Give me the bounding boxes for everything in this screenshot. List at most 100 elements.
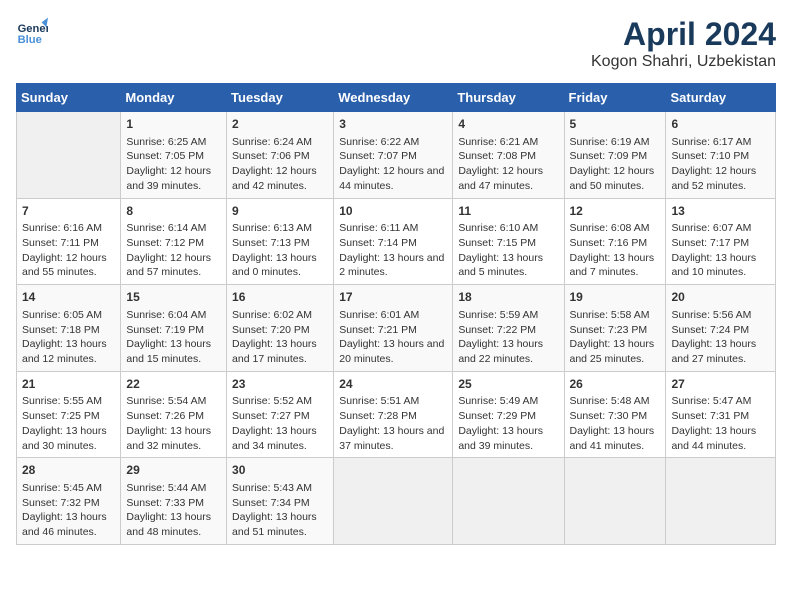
- daylight-text: Daylight: 12 hours and 52 minutes.: [671, 165, 756, 192]
- sunrise-text: Sunrise: 6:11 AM: [339, 222, 418, 234]
- daylight-text: Daylight: 12 hours and 55 minutes.: [22, 252, 107, 279]
- day-number: 29: [126, 462, 221, 479]
- day-number: 14: [22, 289, 115, 306]
- sunrise-text: Sunrise: 5:55 AM: [22, 395, 102, 407]
- calendar-cell: 2Sunrise: 6:24 AMSunset: 7:06 PMDaylight…: [227, 112, 334, 199]
- day-number: 25: [458, 376, 558, 393]
- sunset-text: Sunset: 7:23 PM: [570, 324, 648, 336]
- sunset-text: Sunset: 7:33 PM: [126, 497, 204, 509]
- sunrise-text: Sunrise: 5:49 AM: [458, 395, 538, 407]
- calendar-cell: [17, 112, 121, 199]
- sunset-text: Sunset: 7:26 PM: [126, 410, 204, 422]
- sunrise-text: Sunrise: 6:07 AM: [671, 222, 751, 234]
- day-number: 26: [570, 376, 661, 393]
- calendar-cell: 28Sunrise: 5:45 AMSunset: 7:32 PMDayligh…: [17, 458, 121, 545]
- daylight-text: Daylight: 13 hours and 48 minutes.: [126, 511, 211, 538]
- weekday-header-wednesday: Wednesday: [334, 84, 453, 112]
- calendar-cell: 8Sunrise: 6:14 AMSunset: 7:12 PMDaylight…: [121, 198, 227, 285]
- daylight-text: Daylight: 13 hours and 12 minutes.: [22, 338, 107, 365]
- sunset-text: Sunset: 7:11 PM: [22, 237, 99, 249]
- day-number: 11: [458, 203, 558, 220]
- daylight-text: Daylight: 12 hours and 42 minutes.: [232, 165, 317, 192]
- day-number: 21: [22, 376, 115, 393]
- day-number: 20: [671, 289, 770, 306]
- day-number: 12: [570, 203, 661, 220]
- day-number: 8: [126, 203, 221, 220]
- sunset-text: Sunset: 7:10 PM: [671, 150, 749, 162]
- sunset-text: Sunset: 7:13 PM: [232, 237, 310, 249]
- daylight-text: Daylight: 13 hours and 10 minutes.: [671, 252, 756, 279]
- sunrise-text: Sunrise: 5:48 AM: [570, 395, 650, 407]
- daylight-text: Daylight: 13 hours and 37 minutes.: [339, 425, 444, 452]
- weekday-header-saturday: Saturday: [666, 84, 776, 112]
- calendar-cell: 4Sunrise: 6:21 AMSunset: 7:08 PMDaylight…: [453, 112, 564, 199]
- day-number: 16: [232, 289, 328, 306]
- daylight-text: Daylight: 13 hours and 20 minutes.: [339, 338, 444, 365]
- day-number: 18: [458, 289, 558, 306]
- sunrise-text: Sunrise: 5:44 AM: [126, 482, 206, 494]
- weekday-header-monday: Monday: [121, 84, 227, 112]
- sunset-text: Sunset: 7:05 PM: [126, 150, 204, 162]
- sunrise-text: Sunrise: 6:14 AM: [126, 222, 206, 234]
- calendar-cell: 17Sunrise: 6:01 AMSunset: 7:21 PMDayligh…: [334, 285, 453, 372]
- sunset-text: Sunset: 7:25 PM: [22, 410, 100, 422]
- day-number: 24: [339, 376, 447, 393]
- daylight-text: Daylight: 13 hours and 30 minutes.: [22, 425, 107, 452]
- daylight-text: Daylight: 12 hours and 50 minutes.: [570, 165, 655, 192]
- calendar-cell: [334, 458, 453, 545]
- calendar-cell: [564, 458, 666, 545]
- sunset-text: Sunset: 7:06 PM: [232, 150, 310, 162]
- day-number: 10: [339, 203, 447, 220]
- calendar-cell: 26Sunrise: 5:48 AMSunset: 7:30 PMDayligh…: [564, 371, 666, 458]
- daylight-text: Daylight: 13 hours and 0 minutes.: [232, 252, 317, 279]
- day-number: 27: [671, 376, 770, 393]
- daylight-text: Daylight: 13 hours and 51 minutes.: [232, 511, 317, 538]
- sunrise-text: Sunrise: 5:54 AM: [126, 395, 206, 407]
- sunset-text: Sunset: 7:22 PM: [458, 324, 536, 336]
- sunset-text: Sunset: 7:29 PM: [458, 410, 536, 422]
- calendar-cell: 6Sunrise: 6:17 AMSunset: 7:10 PMDaylight…: [666, 112, 776, 199]
- calendar-cell: 3Sunrise: 6:22 AMSunset: 7:07 PMDaylight…: [334, 112, 453, 199]
- sunrise-text: Sunrise: 5:58 AM: [570, 309, 650, 321]
- location-subtitle: Kogon Shahri, Uzbekistan: [591, 53, 776, 71]
- logo-icon: General Blue: [16, 16, 48, 48]
- logo: General Blue: [16, 16, 48, 48]
- calendar-week-row: 14 Sunrise: 6:05 AM Sunset: 7:18 PM Dayligh…: [17, 285, 776, 372]
- calendar-cell: 15Sunrise: 6:04 AMSunset: 7:19 PMDayligh…: [121, 285, 227, 372]
- day-number: 6: [671, 116, 770, 133]
- calendar-week-row: 1Sunrise: 6:25 AMSunset: 7:05 PMDaylight…: [17, 112, 776, 199]
- daylight-text: Daylight: 13 hours and 39 minutes.: [458, 425, 543, 452]
- sunrise-text: Sunrise: 6:05 AM: [22, 309, 102, 321]
- sunrise-text: Sunrise: 5:45 AM: [22, 482, 102, 494]
- sunrise-text: Sunrise: 6:22 AM: [339, 136, 419, 148]
- daylight-text: Daylight: 13 hours and 5 minutes.: [458, 252, 543, 279]
- daylight-text: Daylight: 13 hours and 17 minutes.: [232, 338, 317, 365]
- sunrise-text: Sunrise: 6:10 AM: [458, 222, 538, 234]
- daylight-text: Daylight: 13 hours and 25 minutes.: [570, 338, 655, 365]
- sunrise-text: Sunrise: 6:13 AM: [232, 222, 312, 234]
- sunset-text: Sunset: 7:08 PM: [458, 150, 536, 162]
- calendar-cell: 24Sunrise: 5:51 AMSunset: 7:28 PMDayligh…: [334, 371, 453, 458]
- svg-text:General: General: [18, 23, 48, 35]
- calendar-cell: 16Sunrise: 6:02 AMSunset: 7:20 PMDayligh…: [227, 285, 334, 372]
- sunset-text: Sunset: 7:18 PM: [22, 324, 100, 336]
- day-number: 4: [458, 116, 558, 133]
- sunset-text: Sunset: 7:20 PM: [232, 324, 310, 336]
- day-number: 19: [570, 289, 661, 306]
- day-number: 3: [339, 116, 447, 133]
- calendar-cell: 20Sunrise: 5:56 AMSunset: 7:24 PMDayligh…: [666, 285, 776, 372]
- sunset-text: Sunset: 7:19 PM: [126, 324, 204, 336]
- daylight-text: Daylight: 13 hours and 46 minutes.: [22, 511, 107, 538]
- daylight-text: Daylight: 12 hours and 44 minutes.: [339, 165, 444, 192]
- daylight-text: Daylight: 12 hours and 47 minutes.: [458, 165, 543, 192]
- day-number: 5: [570, 116, 661, 133]
- calendar-cell: [666, 458, 776, 545]
- calendar-cell: 18Sunrise: 5:59 AMSunset: 7:22 PMDayligh…: [453, 285, 564, 372]
- sunrise-text: Sunrise: 6:19 AM: [570, 136, 650, 148]
- daylight-text: Daylight: 13 hours and 41 minutes.: [570, 425, 655, 452]
- calendar-cell: 22Sunrise: 5:54 AMSunset: 7:26 PMDayligh…: [121, 371, 227, 458]
- day-number: 9: [232, 203, 328, 220]
- weekday-header-tuesday: Tuesday: [227, 84, 334, 112]
- sunrise-text: Sunrise: 6:04 AM: [126, 309, 206, 321]
- calendar-cell: 7Sunrise: 6:16 AMSunset: 7:11 PMDaylight…: [17, 198, 121, 285]
